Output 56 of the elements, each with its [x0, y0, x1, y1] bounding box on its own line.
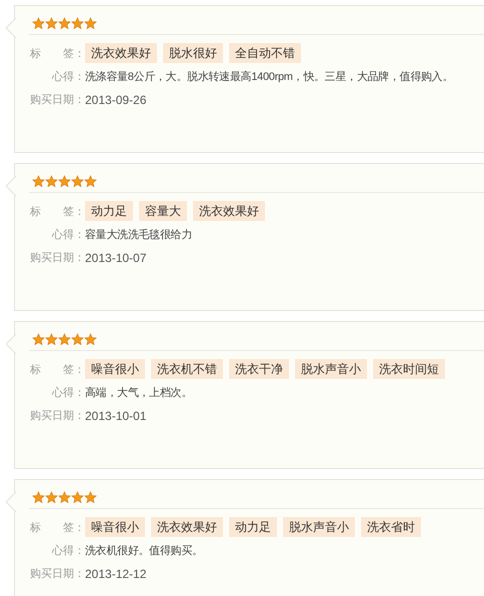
tag: 动力足 [85, 201, 133, 221]
star-icon [32, 333, 45, 346]
star-icon [45, 491, 58, 504]
tag: 脱水声音小 [283, 517, 355, 537]
star-icon [32, 17, 45, 30]
field-label: 心得： [50, 228, 85, 243]
field-label: 标 签： [29, 47, 85, 62]
purchase-date: 2013-10-07 [85, 250, 146, 267]
purchase-date: 2013-12-12 [85, 566, 146, 583]
purchase-date: 2013-09-26 [85, 92, 146, 109]
star-icon [71, 491, 84, 504]
purchase-date: 2013-10-01 [85, 408, 146, 425]
tag: 噪音很小 [85, 517, 145, 537]
tag: 噪音很小 [85, 359, 145, 379]
field-label: 心得： [50, 70, 85, 85]
star-icon [58, 17, 71, 30]
star-icon [58, 175, 71, 188]
field-label: 标 签： [29, 521, 85, 536]
star-icon [58, 491, 71, 504]
star-icon [45, 175, 58, 188]
star-icon [71, 333, 84, 346]
field-label: 心得： [50, 386, 85, 401]
field-label: 购买日期： [29, 251, 85, 266]
star-icon [45, 17, 58, 30]
star-icon [32, 175, 45, 188]
star-icon [58, 333, 71, 346]
field-label: 购买日期： [29, 567, 85, 582]
star-icon [84, 333, 97, 346]
star-icon [71, 17, 84, 30]
star-icon [84, 17, 97, 30]
tag: 洗衣时间短 [373, 359, 445, 379]
field-label: 标 签： [29, 363, 85, 378]
tag: 全自动不错 [229, 43, 301, 63]
star-icon [84, 175, 97, 188]
field-label: 购买日期： [29, 93, 85, 108]
field-label: 心得： [50, 544, 85, 559]
field-label: 标 签： [29, 205, 85, 220]
tag: 洗衣效果好 [151, 517, 223, 537]
comment-text: 洗涤容量8公斤，大。脱水转速最高1400rpm，快。三星，大品牌，值得购入。 [85, 70, 454, 85]
tag: 容量大 [139, 201, 187, 221]
tag: 洗衣效果好 [193, 201, 265, 221]
field-label: 购买日期： [29, 409, 85, 424]
tag: 脱水声音小 [295, 359, 367, 379]
star-icon [32, 491, 45, 504]
tag: 动力足 [229, 517, 277, 537]
tag: 洗衣效果好 [85, 43, 157, 63]
tag: 洗衣干净 [229, 359, 289, 379]
star-icon [71, 175, 84, 188]
tag: 洗衣省时 [361, 517, 421, 537]
tag: 洗衣机不错 [151, 359, 223, 379]
star-icon [84, 491, 97, 504]
star-icon [45, 333, 58, 346]
comment-text: 高端，大气，上档次。 [85, 386, 192, 401]
comment-text: 洗衣机很好。值得购买。 [85, 544, 203, 559]
comment-text: 容量大洗洗毛毯很给力 [85, 228, 192, 243]
tag: 脱水很好 [163, 43, 223, 63]
